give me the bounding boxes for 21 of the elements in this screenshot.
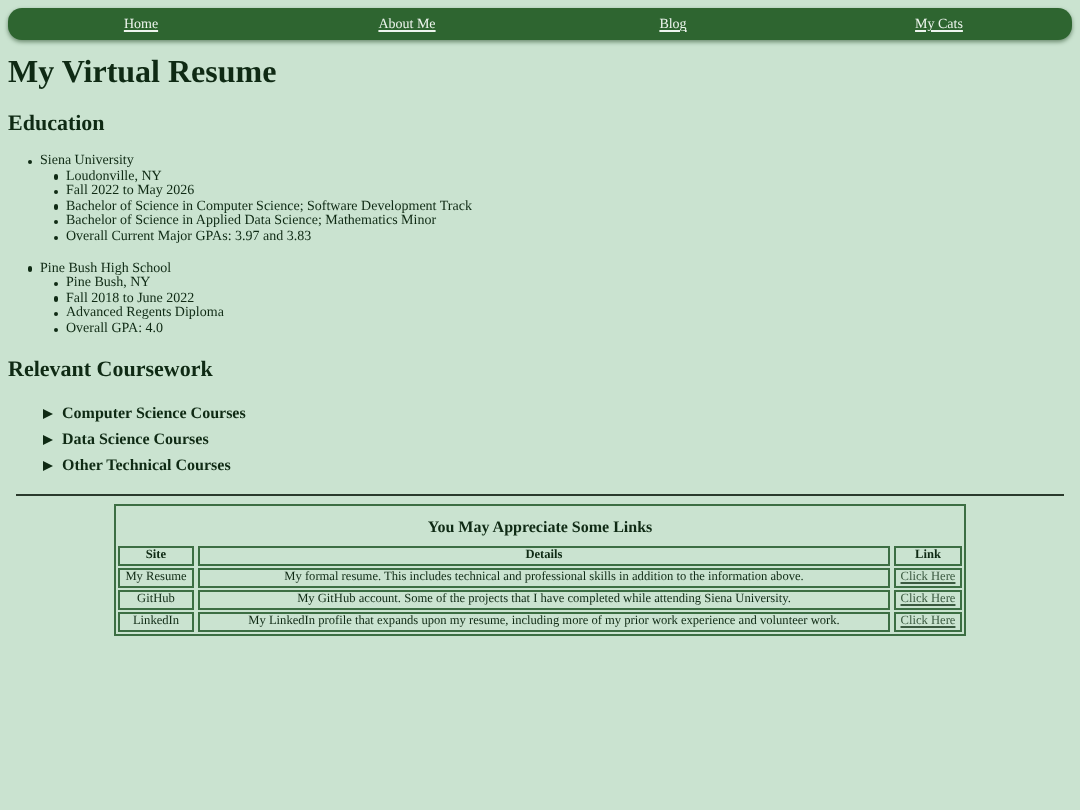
bullet-icon: [54, 189, 59, 195]
bullet-icon: [54, 281, 59, 287]
bullet-icon: [54, 174, 59, 180]
collapsible-summary[interactable]: Data Science Courses: [62, 431, 209, 448]
caret-right-icon[interactable]: [42, 407, 54, 420]
bullet-icon: [54, 311, 59, 317]
caret-right-icon[interactable]: [42, 459, 54, 472]
collapsible-summary[interactable]: Other Technical Courses: [62, 457, 231, 474]
bullet-icon: [54, 327, 59, 332]
section-heading: Relevant Coursework: [8, 357, 215, 384]
bullet-icon: [54, 204, 59, 210]
bullet-icon: [28, 159, 33, 164]
page-title: My Virtual Resume: [8, 56, 279, 92]
section-heading: Education: [8, 112, 107, 138]
bullet-icon: [54, 235, 59, 240]
bullet-icon: [54, 219, 59, 225]
bullet-icon: [28, 266, 33, 272]
bullet-icon: [54, 296, 59, 302]
caret-right-icon[interactable]: [42, 433, 54, 446]
table-caption: You May Appreciate Some Links: [425, 515, 655, 540]
collapsible-summary[interactable]: Computer Science Courses: [62, 405, 246, 422]
